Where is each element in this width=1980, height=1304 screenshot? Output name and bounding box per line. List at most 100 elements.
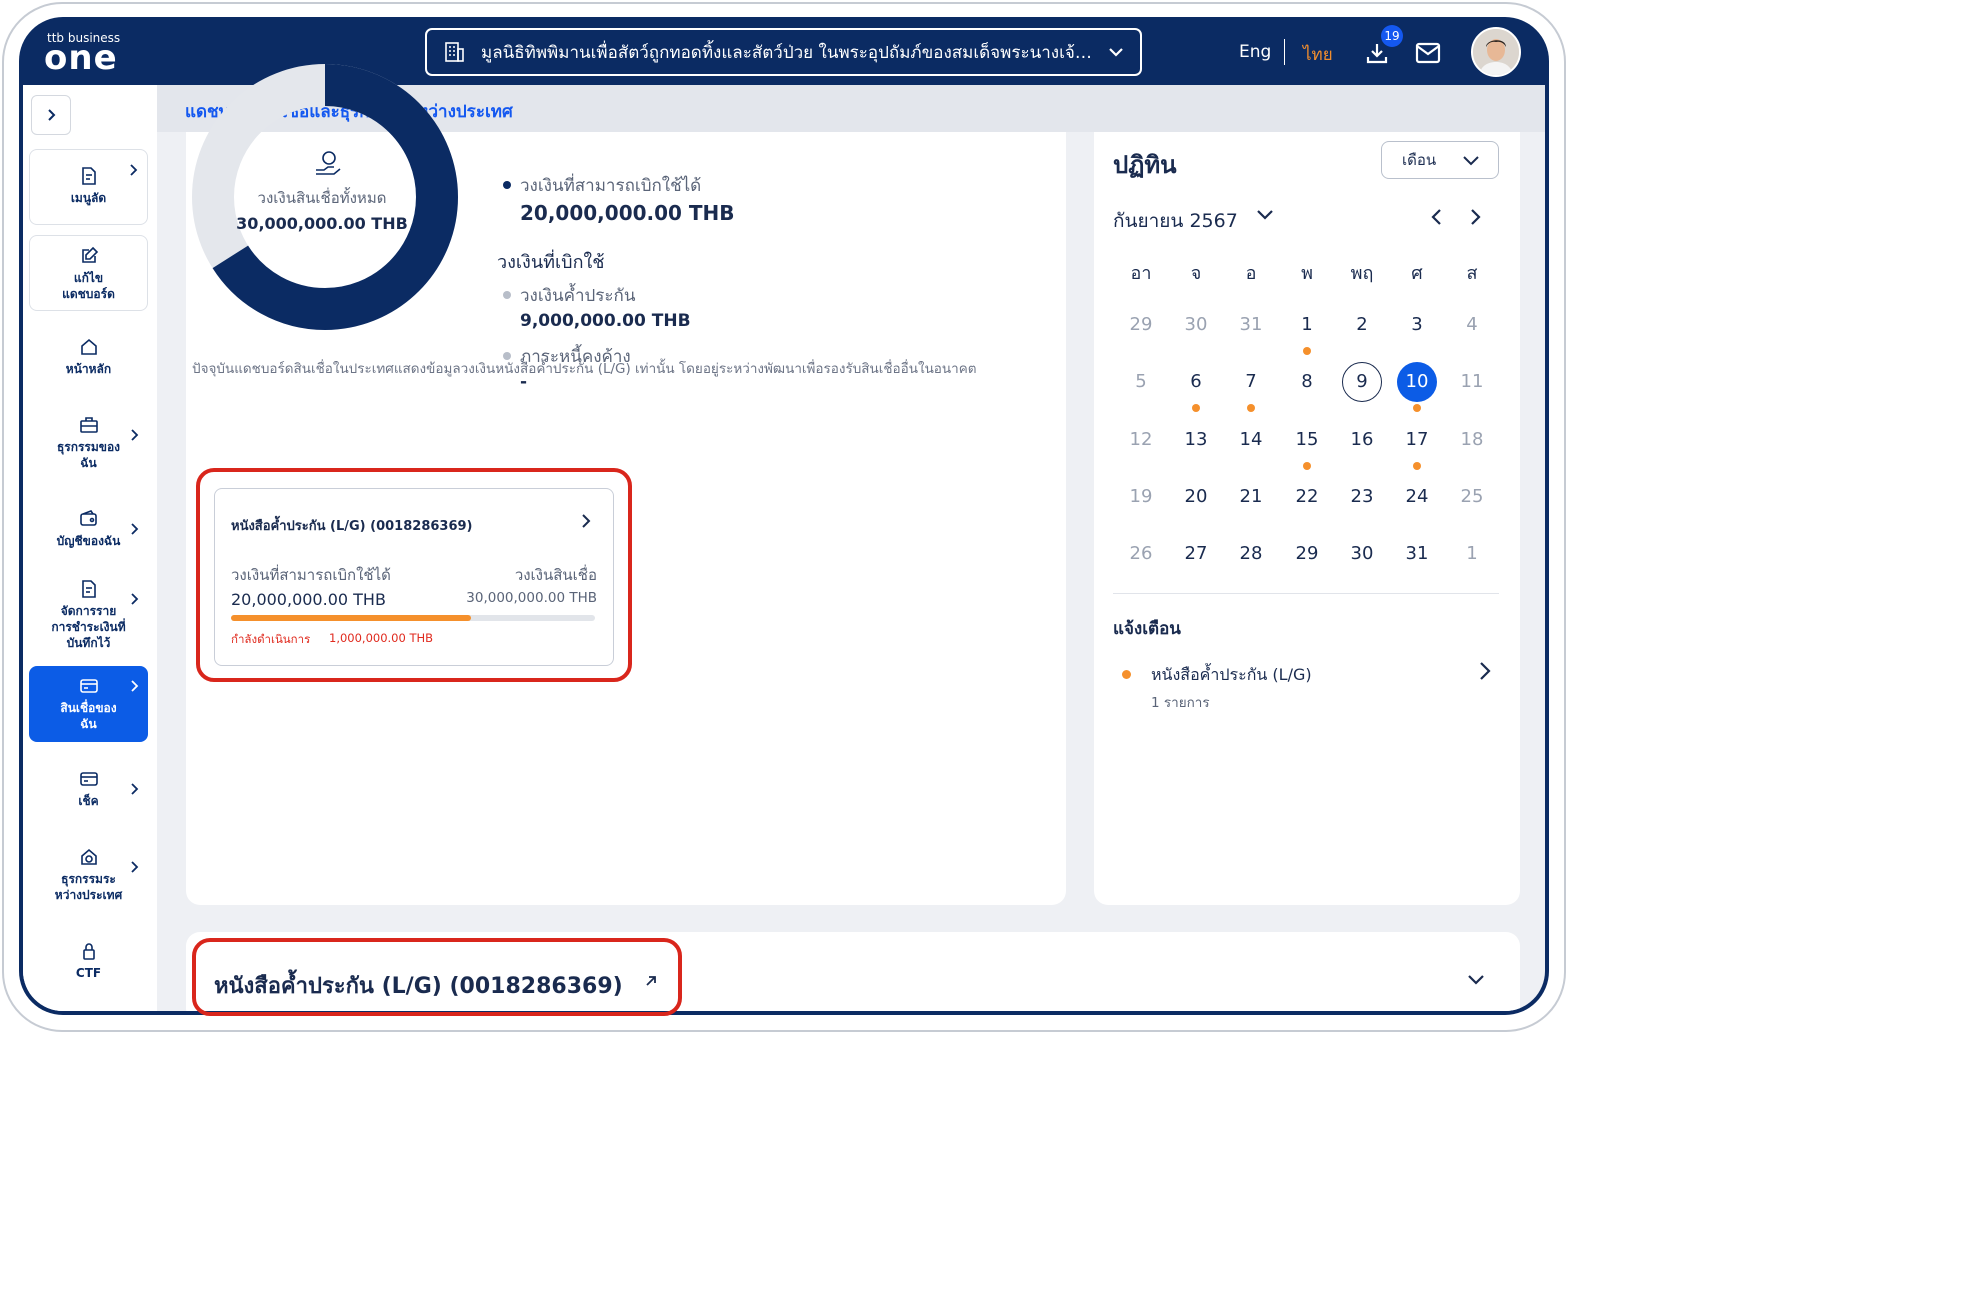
sidebar-toggle[interactable] <box>31 95 71 135</box>
calendar-day[interactable]: 30 <box>1176 305 1216 345</box>
sidebar-item-label: สินเชื่อของ ฉัน <box>60 701 117 731</box>
calendar-day[interactable]: 10 <box>1397 362 1437 402</box>
weekday-label: พฤ <box>1350 263 1374 284</box>
alert-dot <box>1122 670 1131 679</box>
calendar-day[interactable]: 28 <box>1231 534 1271 574</box>
user-avatar[interactable] <box>1471 27 1521 77</box>
global-house-icon <box>80 848 97 865</box>
calendar-day[interactable]: 20 <box>1176 477 1216 517</box>
calendar-day[interactable]: 23 <box>1342 477 1382 517</box>
dashboard-note: ปัจจุบันแดชบอร์ดสินเชื่อในประเทศแสดงข้อม… <box>192 361 977 377</box>
calendar-day[interactable]: 2 <box>1342 305 1382 345</box>
chevron-right-icon[interactable] <box>1478 661 1492 681</box>
calendar-day[interactable]: 24 <box>1397 477 1437 517</box>
sidebar-item-home[interactable]: หน้าหลัก <box>29 337 148 397</box>
mail-icon[interactable] <box>1415 42 1441 64</box>
home-icon <box>80 338 97 355</box>
calendar-title: ปฏิทิน <box>1113 151 1177 179</box>
calendar-day[interactable]: 22 <box>1287 477 1327 517</box>
calendar-day[interactable]: 31 <box>1397 534 1437 574</box>
sidebar: เมนูลัด แก้ไข แดชบอร์ด หน้าหลัก ธุรกรรมข… <box>23 85 157 1011</box>
calendar-view-value: เดือน <box>1402 151 1437 169</box>
calendar-day[interactable]: 25 <box>1452 477 1492 517</box>
sidebar-item-cheque[interactable]: เช็ค <box>29 769 148 829</box>
chevron-right-icon <box>131 680 139 692</box>
calendar-day[interactable]: 21 <box>1231 477 1271 517</box>
chevron-down-icon[interactable] <box>1466 973 1486 987</box>
logo[interactable]: one <box>44 41 118 75</box>
calendar-event-dot <box>1303 462 1311 470</box>
calendar-day[interactable]: 15 <box>1287 420 1327 460</box>
calendar-day[interactable]: 17 <box>1397 420 1437 460</box>
calendar-event-dot <box>1413 404 1421 412</box>
alerts-title: แจ้งเตือน <box>1113 619 1181 639</box>
calendar-day[interactable]: 26 <box>1121 534 1161 574</box>
calendar-day[interactable]: 11 <box>1452 362 1492 402</box>
calendar-day[interactable]: 19 <box>1121 477 1161 517</box>
lang-thai[interactable]: ไทย <box>1303 41 1333 68</box>
calendar-day[interactable]: 6 <box>1176 362 1216 402</box>
used-title: วงเงินที่เบิกใช้ <box>497 252 605 273</box>
weekday-label: พ <box>1301 263 1313 284</box>
chevron-down-icon[interactable] <box>1256 208 1274 222</box>
guarantee-label: วงเงินค้ำประกัน <box>520 286 636 306</box>
calendar-day[interactable]: 18 <box>1452 420 1492 460</box>
alert-item-title[interactable]: หนังสือค้ำประกัน (L/G) <box>1151 663 1312 688</box>
calendar-day[interactable]: 7 <box>1231 362 1271 402</box>
chevron-right-icon <box>130 164 138 176</box>
calendar-day[interactable]: 9 <box>1342 362 1382 402</box>
sidebar-item-my-transactions[interactable]: ธุรกรรมของ ฉัน <box>29 415 148 491</box>
calendar-month-year[interactable]: กันยายน 2567 <box>1113 206 1238 236</box>
calendar-card <box>1094 132 1520 905</box>
briefcase-icon <box>79 417 98 433</box>
card-icon <box>79 679 98 693</box>
calendar-day[interactable]: 30 <box>1342 534 1382 574</box>
calendar-day[interactable]: 4 <box>1452 305 1492 345</box>
calendar-day[interactable]: 12 <box>1121 420 1161 460</box>
next-month-icon[interactable] <box>1468 208 1482 226</box>
highlight-lg-card <box>196 468 632 682</box>
weekday-label: จ <box>1190 263 1202 284</box>
sidebar-item-label: แก้ไข แดชบอร์ด <box>62 271 115 301</box>
calendar-event-dot <box>1247 404 1255 412</box>
sidebar-item-shortcut[interactable]: เมนูลัด <box>29 149 148 225</box>
guarantee-value: 9,000,000.00 THB <box>520 311 691 331</box>
weekday-label: อ <box>1245 263 1257 284</box>
sidebar-item-saved-payments[interactable]: จัดการราย การชำระเงินที่ บันทึกไว้ <box>29 579 148 663</box>
chevron-right-icon <box>131 593 139 605</box>
available-label: วงเงินที่สามารถเบิกใช้ได้ <box>520 176 702 196</box>
sidebar-item-edit-dashboard[interactable]: แก้ไข แดชบอร์ด <box>29 235 148 311</box>
lang-english[interactable]: Eng <box>1239 42 1271 62</box>
weekday-label: ส <box>1466 263 1478 284</box>
weekday-label: ศ <box>1411 263 1423 284</box>
calendar-day[interactable]: 3 <box>1397 305 1437 345</box>
calendar-day[interactable]: 27 <box>1176 534 1216 574</box>
sidebar-item-ctf[interactable]: CTF <box>29 941 148 991</box>
calendar-day[interactable]: 29 <box>1121 305 1161 345</box>
weekday-label: อา <box>1130 263 1152 284</box>
calendar-day[interactable]: 14 <box>1231 420 1271 460</box>
calendar-divider <box>1113 593 1499 594</box>
sidebar-item-international[interactable]: ธุรกรรมระ หว่างประเทศ <box>29 847 148 923</box>
organization-name: มูลนิธิทิพพิมานเพื่อสัตว์ถูกทอดทิ้งและสั… <box>481 42 1092 63</box>
calendar-day[interactable]: 13 <box>1176 420 1216 460</box>
sidebar-item-label: จัดการราย การชำระเงินที่ บันทึกไว้ <box>51 604 126 650</box>
calendar-day[interactable]: 29 <box>1287 534 1327 574</box>
calendar-day[interactable]: 1 <box>1452 534 1492 574</box>
sidebar-item-my-accounts[interactable]: บัญชีของฉัน <box>29 509 148 569</box>
calendar-view-select[interactable]: เดือน <box>1381 141 1499 179</box>
lock-icon <box>82 943 95 960</box>
organization-selector[interactable]: มูลนิธิทิพพิมานเพื่อสัตว์ถูกทอดทิ้งและสั… <box>425 28 1142 76</box>
edit-icon <box>81 246 98 263</box>
chevron-right-icon <box>131 783 139 795</box>
calendar-day[interactable]: 31 <box>1231 305 1271 345</box>
calendar-day[interactable]: 5 <box>1121 362 1161 402</box>
highlight-lg-panel-title <box>192 938 682 1016</box>
prev-month-icon[interactable] <box>1430 208 1444 226</box>
calendar-day[interactable]: 8 <box>1287 362 1327 402</box>
calendar-day[interactable]: 1 <box>1287 305 1327 345</box>
chevron-right-icon <box>131 429 139 441</box>
calendar-day[interactable]: 16 <box>1342 420 1382 460</box>
sidebar-item-my-loans[interactable]: สินเชื่อของ ฉัน <box>29 666 148 742</box>
donut-value: 30,000,000.00 THB <box>236 214 408 233</box>
